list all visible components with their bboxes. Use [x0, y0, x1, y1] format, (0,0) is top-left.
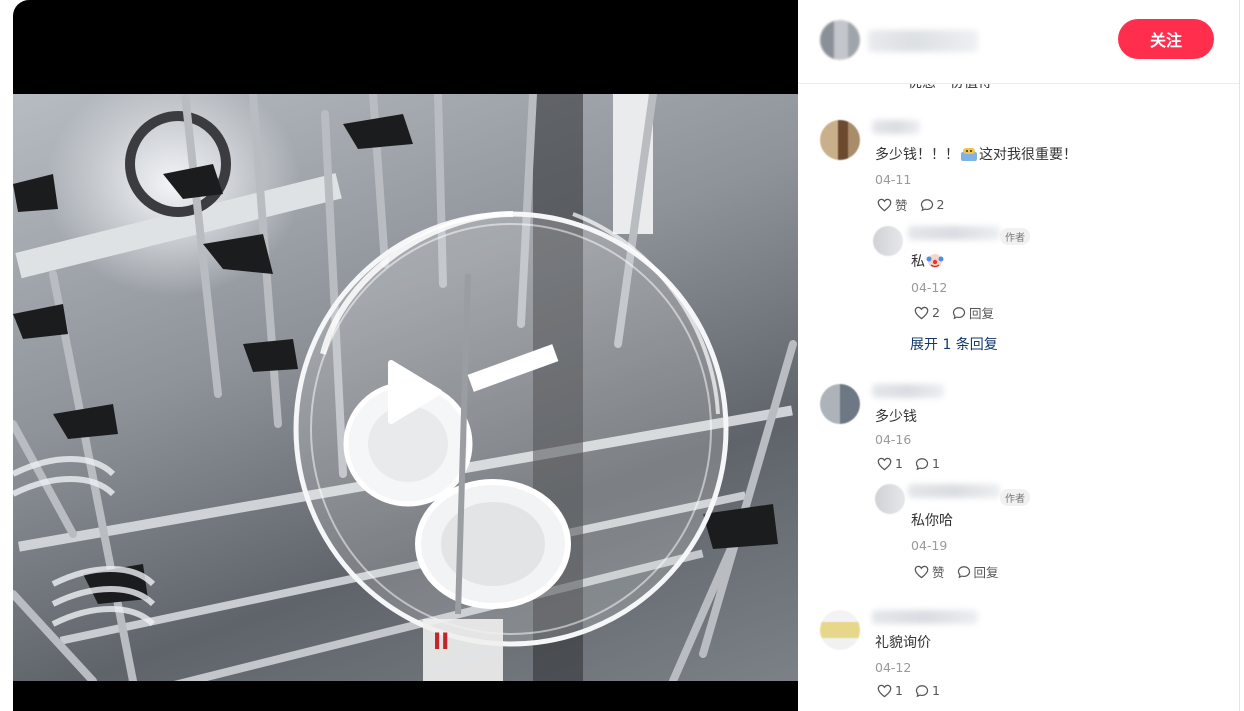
reply-date: 04-19: [911, 538, 948, 553]
author-name-redacted[interactable]: [868, 30, 978, 52]
follow-button[interactable]: 关注: [1118, 19, 1214, 59]
avatar[interactable]: [820, 610, 860, 650]
reply-actions: 赞 回复: [914, 562, 1011, 581]
comment-date: 04-11: [875, 172, 912, 187]
expand-replies-link[interactable]: 展开 1 条回复: [910, 334, 998, 354]
comment-text: 多少钱！！！ 这对我很重要！: [875, 146, 1077, 163]
like-button[interactable]: 1: [877, 456, 903, 471]
svg-text:II: II: [433, 630, 449, 655]
comment-actions: 1 1: [877, 683, 952, 698]
avatar[interactable]: [820, 120, 860, 160]
like-button[interactable]: 1: [877, 683, 903, 698]
heart-icon: [877, 684, 892, 697]
avatar[interactable]: [875, 484, 905, 514]
commenter-name-redacted[interactable]: [872, 120, 920, 134]
video-frame[interactable]: II: [13, 94, 798, 681]
clown-emoji-icon: [926, 253, 944, 269]
like-button[interactable]: 赞: [877, 195, 908, 214]
heart-icon: [877, 457, 892, 470]
comment-actions: 赞 2: [877, 195, 956, 214]
comment-bubble-icon: [957, 565, 970, 578]
comment-date: 04-16: [875, 432, 912, 447]
reply-button[interactable]: 1: [915, 683, 940, 698]
reply-text: 私: [911, 251, 945, 271]
like-button[interactable]: 2: [914, 305, 940, 320]
comments-panel[interactable]: 优惠一份值得 关注 多少钱！！！ 这对我很重要！ 04-11 赞 2: [798, 0, 1240, 711]
author-tag: 作者: [1000, 489, 1030, 506]
like-button[interactable]: 赞: [914, 562, 945, 581]
heart-icon: [914, 565, 929, 578]
comment-actions: 1 1: [877, 456, 952, 471]
avatar[interactable]: [873, 226, 903, 256]
comment-bubble-icon: [920, 198, 933, 211]
commenter-name-redacted[interactable]: [872, 610, 978, 624]
comment-bubble-icon: [915, 457, 929, 470]
reply-actions: 2 回复: [914, 303, 1006, 322]
replier-name-redacted[interactable]: [908, 226, 1000, 240]
video-player[interactable]: II: [13, 0, 798, 711]
comment-text: 礼貌询价: [875, 635, 931, 651]
comment-bubble-icon: [952, 306, 966, 319]
reply-text: 私你哈: [911, 513, 953, 529]
author-header: 关注: [798, 0, 1239, 84]
play-icon: [388, 360, 442, 424]
reply-date: 04-12: [911, 280, 948, 295]
commenter-name-redacted[interactable]: [872, 384, 944, 398]
replier-name-redacted[interactable]: [908, 484, 1000, 498]
comment-bubble-icon: [915, 684, 929, 697]
author-tag: 作者: [1000, 228, 1030, 245]
heart-icon: [877, 198, 892, 211]
avatar[interactable]: [820, 384, 860, 424]
reply-button[interactable]: 回复: [957, 562, 999, 581]
party-emoji-icon: [960, 146, 978, 162]
reply-button[interactable]: 回复: [952, 303, 994, 322]
reply-button[interactable]: 1: [915, 456, 940, 471]
author-avatar[interactable]: [820, 20, 860, 60]
reply-button[interactable]: 2: [920, 197, 944, 212]
comment-text: 多少钱: [875, 409, 917, 425]
play-button[interactable]: [378, 357, 448, 427]
heart-icon: [914, 306, 929, 319]
comment-date: 04-12: [875, 660, 912, 675]
